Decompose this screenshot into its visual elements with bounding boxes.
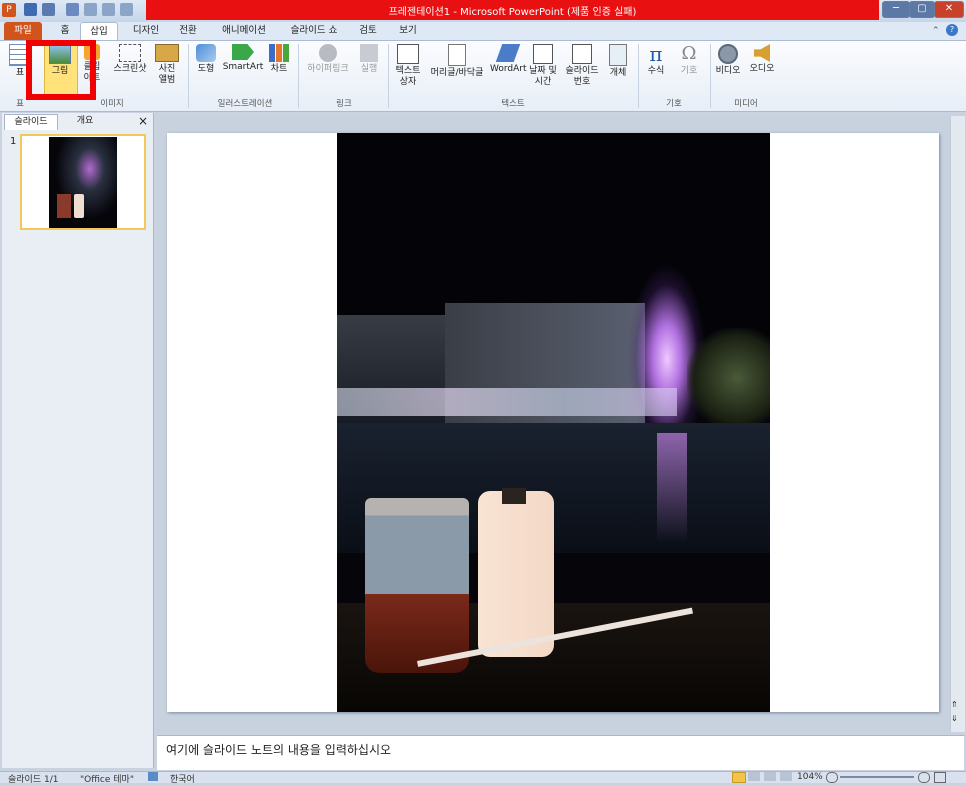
thumbnail-cup [57, 194, 71, 218]
slide-sorter-view-icon[interactable] [748, 772, 760, 781]
tab-file[interactable]: 파일 [4, 22, 42, 40]
spellcheck-icon[interactable] [148, 772, 158, 781]
photo-album-button[interactable]: 사진 앨범 [152, 44, 182, 86]
textbox-icon [397, 44, 419, 64]
status-language[interactable]: 한국어 [170, 772, 195, 785]
vertical-scrollbar[interactable] [950, 116, 965, 732]
slide-photo[interactable] [337, 133, 770, 712]
bottle-cap [502, 488, 526, 504]
group-label-symbols: 기호 [666, 99, 682, 109]
fit-to-window-icon[interactable] [934, 772, 946, 783]
wordart-icon [495, 44, 521, 62]
powerpoint-logo-icon: P [2, 3, 16, 17]
reading-view-icon[interactable] [764, 772, 776, 781]
tab-home[interactable]: 홈 [54, 22, 76, 40]
maximize-button[interactable]: ▢ [909, 1, 935, 18]
hyperlink-icon [319, 44, 337, 62]
ribbon-minimize-icon[interactable]: ⌃ [932, 26, 940, 36]
shapes-button[interactable]: 도형 [192, 44, 220, 75]
header-footer-button[interactable]: 머리글/바닥글 [426, 44, 488, 79]
slide-number-button[interactable]: 슬라이드 번호 [562, 44, 602, 88]
zoom-in-button[interactable] [918, 772, 930, 783]
group-label-images: 이미지 [100, 99, 124, 109]
action-icon [360, 44, 378, 62]
chart-icon [269, 44, 289, 62]
slide-thumbnail[interactable] [20, 134, 146, 230]
chart-button[interactable]: 차트 [266, 44, 292, 75]
smartart-button[interactable]: SmartArt [222, 44, 264, 73]
action-button[interactable]: 실행 [356, 44, 382, 75]
building-lights [337, 388, 677, 416]
zoom-level[interactable]: 104% [797, 772, 823, 782]
status-theme: "Office 테마" [80, 775, 134, 785]
tab-outline-panel[interactable]: 개요 [58, 114, 112, 129]
symbol-button[interactable]: Ω 기호 [674, 44, 704, 77]
building-left [337, 315, 447, 435]
prev-slide-icon[interactable]: ⇑ [951, 700, 958, 709]
screenshot-icon [119, 44, 141, 62]
drink-bottle [478, 491, 554, 657]
slide-number-icon [572, 44, 592, 64]
tab-review[interactable]: 검토 [354, 22, 382, 40]
pi-icon: π [649, 42, 663, 66]
slide-number-label: 1 [10, 136, 17, 147]
thumbnail-bottle [74, 194, 84, 218]
undo-icon[interactable] [42, 3, 55, 16]
panel-close-icon[interactable]: × [138, 114, 148, 128]
tab-transitions[interactable]: 전환 [174, 22, 202, 40]
coffee-cup [365, 498, 469, 673]
group-label-text: 텍스트 [501, 99, 525, 109]
tab-design[interactable]: 디자인 [126, 22, 166, 40]
tab-animations[interactable]: 애니메이션 [216, 22, 272, 40]
normal-view-icon[interactable] [732, 772, 746, 783]
hyperlink-button[interactable]: 하이퍼링크 [302, 44, 354, 75]
trees [687, 328, 770, 428]
customize-qat-icon[interactable] [120, 3, 133, 16]
textbox-button[interactable]: 텍스트 상자 [392, 44, 424, 88]
equation-button[interactable]: π 수식 [642, 44, 670, 77]
video-button[interactable]: 비디오 [712, 44, 744, 77]
fountain-reflection [657, 433, 687, 543]
help-icon[interactable]: ? [946, 24, 958, 36]
tab-slideshow[interactable]: 슬라이드 쇼 [284, 22, 344, 40]
close-button[interactable]: ✕ [934, 1, 964, 18]
tab-slides-panel[interactable]: 슬라이드 [4, 114, 58, 130]
redo-icon[interactable] [66, 3, 79, 16]
audio-button[interactable]: 오디오 [746, 44, 778, 75]
slideshow-view-icon[interactable] [780, 772, 792, 781]
screenshot-button[interactable]: 스크린샷 [108, 44, 152, 75]
header-footer-icon [448, 44, 466, 66]
red-annotation-box [26, 40, 96, 100]
calendar-icon [533, 44, 553, 64]
status-slide-count: 슬라이드 1/1 [8, 775, 59, 785]
zoom-out-button[interactable] [826, 772, 838, 783]
object-icon [609, 44, 627, 66]
group-label-illustrations: 일러스트레이션 [217, 99, 273, 109]
zoom-slider[interactable] [840, 776, 914, 778]
next-slide-icon[interactable]: ⇓ [951, 714, 958, 723]
wordart-button[interactable]: WordArt [490, 44, 527, 75]
minimize-button[interactable]: ─ [882, 1, 910, 18]
notes-placeholder[interactable]: 여기에 슬라이드 노트의 내용을 입력하십시오 [166, 741, 391, 758]
object-button[interactable]: 개체 [604, 44, 632, 79]
omega-icon: Ω [681, 43, 697, 64]
tab-view[interactable]: 보기 [394, 22, 422, 40]
film-reel-icon [718, 44, 738, 64]
print-qat-icon[interactable] [102, 3, 115, 16]
tab-insert[interactable]: 삽입 [80, 22, 118, 41]
group-label-media: 미디어 [734, 99, 758, 109]
photo-album-icon [155, 44, 179, 62]
window-title: 프레젠테이션1 - Microsoft PowerPoint (제품 인증 실패… [388, 7, 637, 18]
new-slide-qat-icon[interactable] [84, 3, 97, 16]
smartart-icon [232, 44, 254, 60]
speaker-icon [754, 44, 770, 62]
save-icon[interactable] [24, 3, 37, 16]
date-time-button[interactable]: 날짜 및 시간 [526, 44, 560, 88]
group-label-links: 링크 [336, 99, 352, 109]
shapes-icon [196, 44, 216, 62]
